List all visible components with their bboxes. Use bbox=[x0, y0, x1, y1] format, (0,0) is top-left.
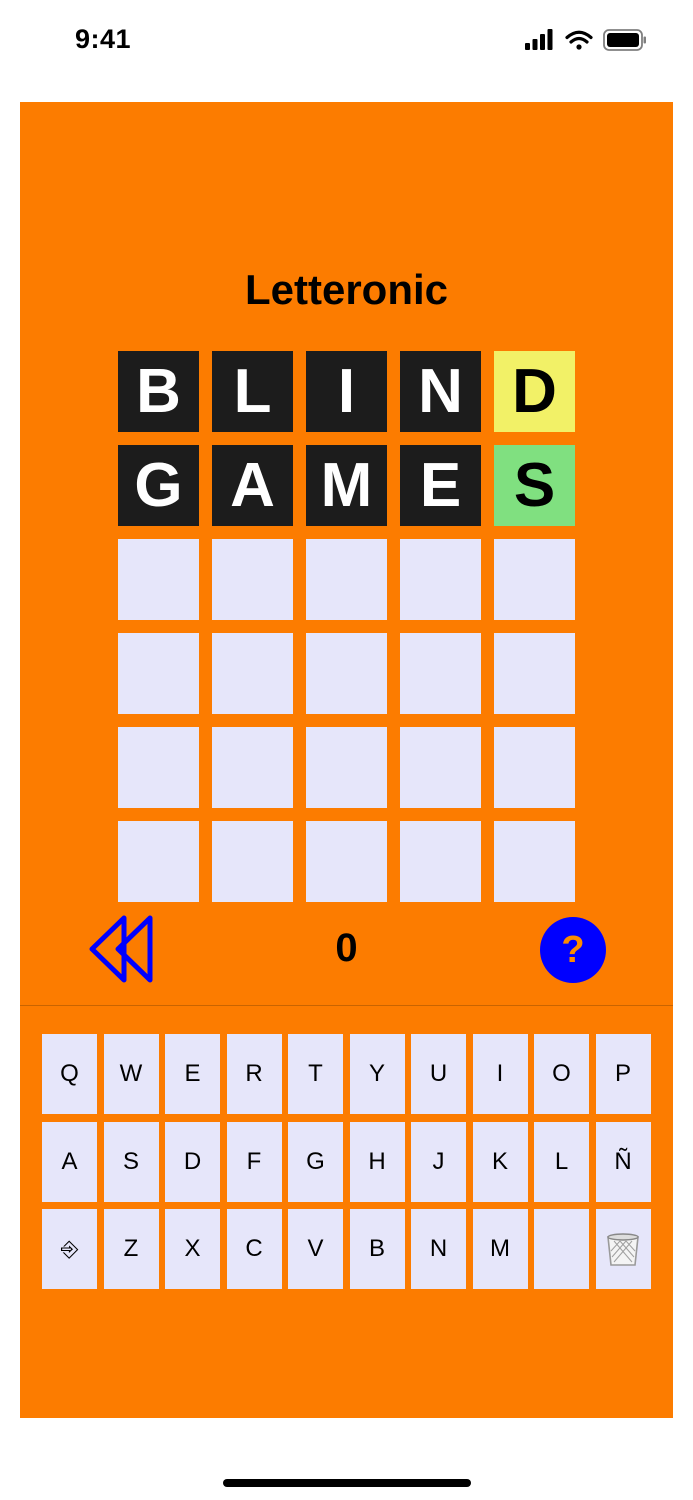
key-u[interactable]: U bbox=[411, 1034, 466, 1114]
help-button[interactable]: ? bbox=[540, 917, 606, 983]
grid-row bbox=[118, 633, 575, 714]
key-q[interactable]: Q bbox=[42, 1034, 97, 1114]
key-delete[interactable] bbox=[595, 1209, 651, 1289]
letter-tile: I bbox=[306, 351, 387, 432]
letter-tile: N bbox=[400, 351, 481, 432]
wifi-icon bbox=[565, 30, 593, 50]
enter-arrow-icon: ⎆ bbox=[60, 1236, 79, 1261]
key-z[interactable]: Z bbox=[103, 1209, 159, 1289]
letter-tile bbox=[118, 539, 199, 620]
letter-tile bbox=[400, 821, 481, 902]
battery-icon bbox=[603, 29, 646, 51]
key-f[interactable]: F bbox=[226, 1121, 282, 1202]
letter-tile bbox=[212, 633, 293, 714]
letter-tile bbox=[212, 539, 293, 620]
letter-grid: BLIND GAMES bbox=[118, 351, 575, 902]
grid-row: GAMES bbox=[118, 445, 575, 526]
letter-tile: L bbox=[212, 351, 293, 432]
grid-row bbox=[118, 539, 575, 620]
letter-tile: S bbox=[494, 445, 575, 526]
letter-tile bbox=[306, 727, 387, 808]
home-indicator bbox=[223, 1479, 471, 1487]
controls-bar: 0 ? bbox=[20, 912, 673, 992]
key-o[interactable]: O bbox=[534, 1034, 589, 1114]
key-w[interactable]: W bbox=[103, 1034, 159, 1114]
letter-tile: E bbox=[400, 445, 481, 526]
letter-tile bbox=[118, 727, 199, 808]
key-c[interactable]: C bbox=[226, 1209, 282, 1289]
key-e[interactable]: E bbox=[165, 1034, 220, 1114]
letter-tile bbox=[494, 727, 575, 808]
help-icon: ? bbox=[561, 928, 585, 971]
letter-tile bbox=[118, 821, 199, 902]
letter-tile bbox=[494, 539, 575, 620]
letter-tile: B bbox=[118, 351, 199, 432]
app-title: Letteronic bbox=[244, 266, 449, 313]
key-j[interactable]: J bbox=[411, 1121, 466, 1202]
key-t[interactable]: T bbox=[288, 1034, 343, 1114]
letter-tile bbox=[400, 539, 481, 620]
letter-tile bbox=[118, 633, 199, 714]
key-h[interactable]: H bbox=[349, 1121, 405, 1202]
key-p[interactable]: P bbox=[595, 1034, 651, 1114]
key-d[interactable]: D bbox=[165, 1121, 220, 1202]
keyboard-divider bbox=[20, 1005, 673, 1006]
grid-row bbox=[118, 821, 575, 902]
grid-row bbox=[118, 727, 575, 808]
trash-icon bbox=[607, 1233, 639, 1266]
letter-tile bbox=[494, 821, 575, 902]
key-k[interactable]: K bbox=[472, 1121, 528, 1202]
letter-tile bbox=[400, 727, 481, 808]
letter-tile bbox=[212, 727, 293, 808]
keyboard: Q W E R T Y U I O P A S D F G H J K L Ñ ⎆ Z X C V B N M bbox=[42, 1034, 652, 1292]
letter-tile: D bbox=[494, 351, 575, 432]
letter-tile: M bbox=[306, 445, 387, 526]
status-bar: 9:41 bbox=[0, 0, 693, 80]
letter-tile bbox=[212, 821, 293, 902]
key-l[interactable]: L bbox=[534, 1121, 589, 1202]
key-b[interactable]: B bbox=[349, 1209, 405, 1289]
letter-tile bbox=[400, 633, 481, 714]
key-i[interactable]: I bbox=[472, 1034, 528, 1114]
key-ñ[interactable]: Ñ bbox=[595, 1121, 651, 1202]
game-screen: Letteronic BLINDGAMES 0 ? QWERTYUIOPASDF… bbox=[20, 102, 673, 1418]
letter-tile bbox=[494, 633, 575, 714]
key-r[interactable]: R bbox=[226, 1034, 282, 1114]
letter-tile bbox=[306, 539, 387, 620]
signal-icon bbox=[525, 29, 553, 50]
letter-tile bbox=[306, 821, 387, 902]
key-enter[interactable]: ⎆ bbox=[42, 1209, 97, 1289]
key-n[interactable]: N bbox=[411, 1209, 466, 1289]
letter-tile bbox=[306, 633, 387, 714]
key-v[interactable]: V bbox=[288, 1209, 343, 1289]
status-time: 9:41 bbox=[75, 24, 132, 54]
key-y[interactable]: Y bbox=[349, 1034, 405, 1114]
key-blank[interactable] bbox=[534, 1209, 589, 1289]
key-m[interactable]: M bbox=[472, 1209, 528, 1289]
status-icons bbox=[525, 29, 646, 51]
grid-row: BLIND bbox=[118, 351, 575, 432]
key-x[interactable]: X bbox=[165, 1209, 220, 1289]
key-s[interactable]: S bbox=[103, 1121, 159, 1202]
key-a[interactable]: A bbox=[42, 1121, 97, 1202]
letter-tile: A bbox=[212, 445, 293, 526]
letter-tile: G bbox=[118, 445, 199, 526]
key-g[interactable]: G bbox=[288, 1121, 343, 1202]
